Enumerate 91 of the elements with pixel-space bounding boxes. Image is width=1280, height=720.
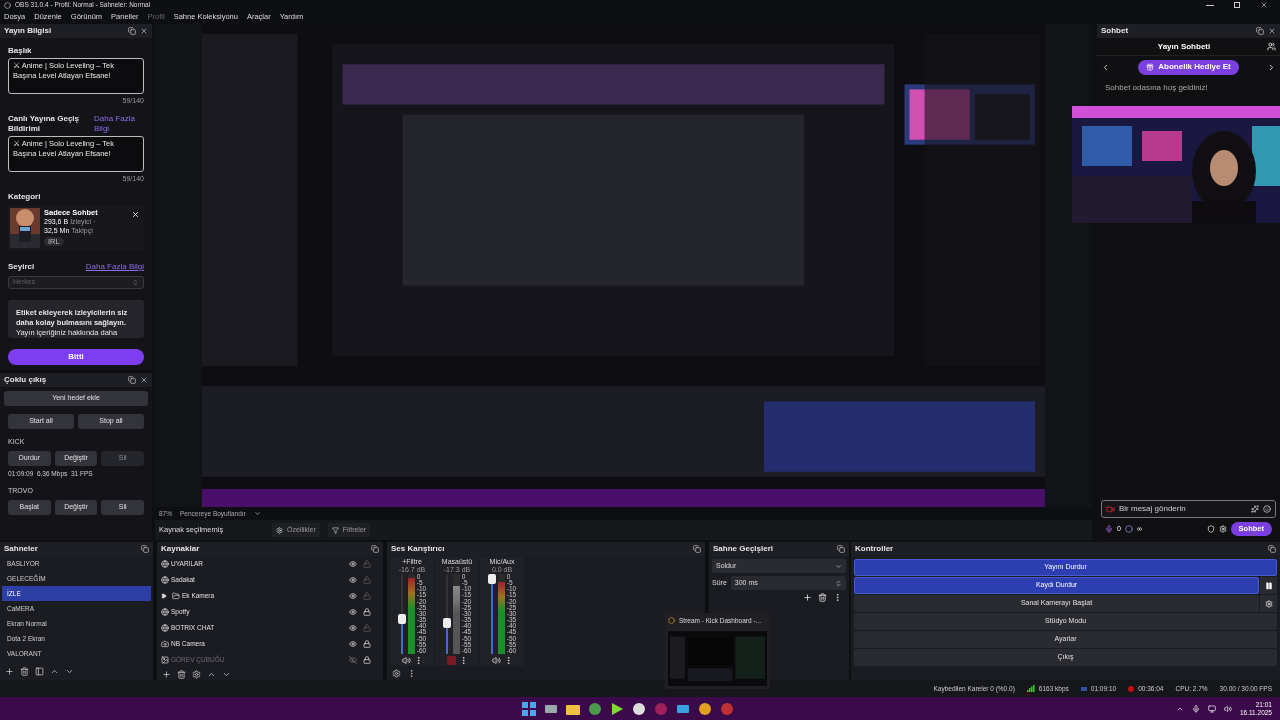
float-icon[interactable]	[1256, 27, 1264, 35]
close-icon[interactable]	[140, 376, 148, 384]
dock-title: Yayın Bilgisi	[4, 25, 53, 37]
dock-title: Sohbet	[1101, 25, 1130, 37]
message-field[interactable]: Bir mesaj gönderin	[1101, 500, 1276, 518]
dock-title: Çoklu çıkış	[4, 374, 48, 386]
dropdown-icon	[835, 562, 842, 570]
trash-icon[interactable]	[20, 666, 29, 676]
speaker-icon[interactable]	[491, 656, 501, 665]
maximize-icon[interactable]	[1234, 2, 1240, 8]
dock-title: Kaynaklar	[161, 543, 201, 555]
shield-icon[interactable]	[1206, 525, 1215, 533]
monitor-icon[interactable]	[1207, 704, 1216, 713]
field-label: Seyirci	[8, 261, 35, 273]
add-icon[interactable]	[5, 666, 14, 676]
gift-button[interactable]: Abonelik Hediye Et	[1138, 59, 1239, 75]
float-icon[interactable]	[128, 27, 136, 35]
speaker-icon[interactable]	[401, 656, 411, 665]
sparkle-icon[interactable]	[1251, 505, 1259, 513]
stream-icon	[1080, 686, 1087, 691]
dock-title: Sahneler	[4, 543, 39, 555]
info-link[interactable]: Daha Fazla Bilgi	[94, 113, 144, 134]
more-icon[interactable]	[833, 593, 842, 602]
eye-icon[interactable]	[349, 640, 357, 648]
eye-icon[interactable]	[349, 576, 357, 584]
speaker-icon[interactable]	[1223, 704, 1232, 713]
field-label: Canlı Yayına Geçiş Bildirimi	[8, 113, 80, 134]
dock-title: Ses Karıştırıcı	[391, 543, 446, 555]
add-icon[interactable]	[803, 593, 812, 602]
message-placeholder: Bir mesaj gönderin	[1119, 503, 1187, 515]
trash-icon[interactable]	[177, 669, 186, 679]
float-icon[interactable]	[837, 545, 845, 553]
pause-icon	[1264, 581, 1273, 590]
done-button[interactable]: Bitti	[8, 349, 144, 365]
add-icon[interactable]	[162, 669, 171, 679]
volume-slider[interactable]	[487, 574, 496, 654]
float-icon[interactable]	[1268, 545, 1276, 553]
remove-icon[interactable]	[131, 210, 140, 219]
emoji-icon[interactable]	[1263, 505, 1271, 513]
volume-thumb[interactable]	[487, 574, 496, 584]
signal-icon	[1026, 685, 1035, 692]
eye-icon[interactable]	[349, 624, 357, 632]
volume-slider[interactable]	[442, 574, 451, 654]
folder-icon	[172, 592, 180, 600]
mic-icon[interactable]	[1191, 704, 1200, 713]
gift-icon	[1146, 63, 1155, 71]
dropdown-icon	[253, 510, 261, 517]
timer-icon	[1124, 525, 1133, 533]
image-icon	[161, 656, 169, 664]
eye-off-icon[interactable]	[349, 656, 357, 664]
filter-icon	[331, 526, 339, 534]
spin-icon[interactable]	[835, 579, 842, 587]
field-label: Kategori	[8, 191, 42, 203]
play-icon[interactable]	[609, 701, 624, 716]
camera-icon	[161, 640, 169, 648]
dock-title: Sahne Geçişleri	[713, 543, 775, 555]
chat-title: Yayın Sohbeti	[1156, 40, 1212, 53]
welcome-message: Sohbet odasına hoş geldiniz!	[1104, 82, 1209, 94]
settings-icon[interactable]	[192, 669, 201, 679]
float-icon[interactable]	[141, 545, 149, 553]
updown-icon	[132, 279, 139, 287]
field-label: Başlık	[8, 46, 33, 56]
minimize-icon[interactable]	[1206, 4, 1214, 6]
settings-icon	[1264, 599, 1273, 608]
lock-icon[interactable]	[363, 656, 371, 664]
lock-icon[interactable]	[363, 608, 371, 616]
float-icon[interactable]	[693, 545, 701, 553]
eye-icon[interactable]	[349, 592, 357, 600]
info-link[interactable]: Daha Fazla Bilgi	[85, 261, 144, 273]
dock-title: Kontroller	[855, 543, 895, 555]
eye-icon[interactable]	[349, 608, 357, 616]
expand-icon[interactable]	[161, 593, 167, 599]
float-icon[interactable]	[128, 376, 136, 384]
users-icon[interactable]	[1267, 42, 1276, 51]
pause-button[interactable]	[1260, 577, 1277, 594]
points-icon	[1105, 525, 1113, 533]
filter-icon[interactable]	[35, 666, 44, 676]
trash-icon[interactable]	[818, 593, 827, 602]
lock-icon[interactable]	[363, 640, 371, 648]
eye-icon[interactable]	[349, 560, 357, 568]
app-logo-icon	[4, 1, 11, 9]
close-icon[interactable]	[1260, 1, 1268, 9]
volume-slider[interactable]	[397, 574, 406, 654]
windows-icon[interactable]	[521, 701, 536, 716]
float-icon[interactable]	[371, 545, 379, 553]
close-icon[interactable]	[1268, 27, 1276, 35]
settings-button[interactable]	[1260, 595, 1277, 612]
camera-icon	[1106, 504, 1115, 514]
volume-thumb[interactable]	[442, 618, 451, 628]
volume-thumb[interactable]	[397, 614, 406, 624]
close-icon[interactable]	[140, 27, 148, 35]
